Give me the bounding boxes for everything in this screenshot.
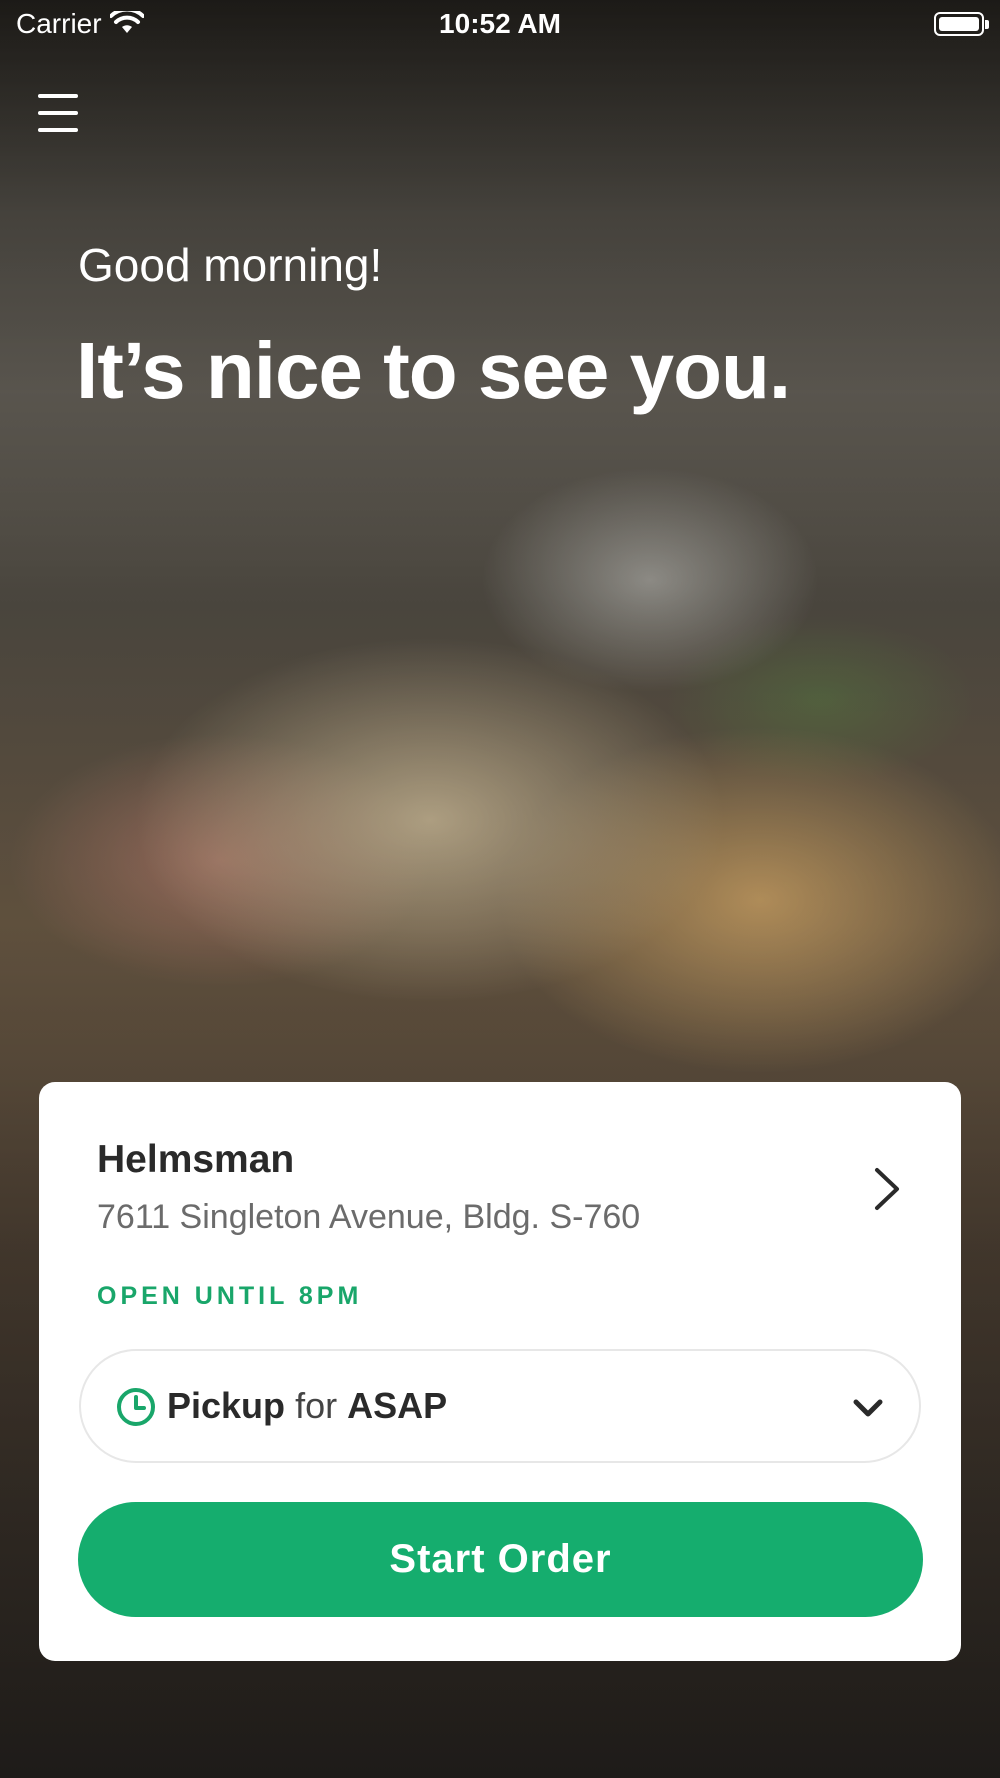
status-bar: Carrier 10:52 AM — [0, 0, 1000, 50]
start-order-button[interactable]: Start Order — [78, 1502, 923, 1617]
order-mode: Pickup — [167, 1385, 286, 1426]
store-selector[interactable]: Helmsman 7611 Singleton Avenue, Bldg. S-… — [39, 1082, 961, 1322]
store-name: Helmsman — [97, 1138, 295, 1181]
store-address: 7611 Singleton Avenue, Bldg. S-760 — [97, 1198, 641, 1236]
menu-bar — [38, 94, 78, 98]
menu-bar — [38, 128, 78, 132]
greeting-headline: It’s nice to see you. — [76, 326, 791, 415]
menu-bar — [38, 111, 78, 115]
chevron-right-icon — [875, 1168, 899, 1210]
battery-cap — [985, 20, 989, 29]
status-time: 10:52 AM — [439, 8, 561, 39]
order-mode-connector: for — [295, 1385, 338, 1426]
battery-icon — [934, 12, 989, 36]
store-hours: OPEN UNTIL 8PM — [97, 1282, 363, 1310]
app-screen: Carrier 10:52 AM Good morning! It’s nice… — [0, 0, 1000, 1778]
store-card: Helmsman 7611 Singleton Avenue, Bldg. S-… — [39, 1082, 961, 1661]
battery-level — [939, 17, 979, 31]
greeting-salutation: Good morning! — [78, 239, 383, 291]
order-mode-dropdown[interactable]: Pickup for ASAP — [79, 1349, 921, 1463]
clock-icon — [117, 1388, 155, 1426]
hamburger-menu-icon[interactable] — [30, 90, 86, 136]
order-mode-text: Pickup for ASAP — [167, 1385, 447, 1427]
chevron-down-icon — [853, 1399, 883, 1417]
order-time: ASAP — [347, 1385, 448, 1426]
